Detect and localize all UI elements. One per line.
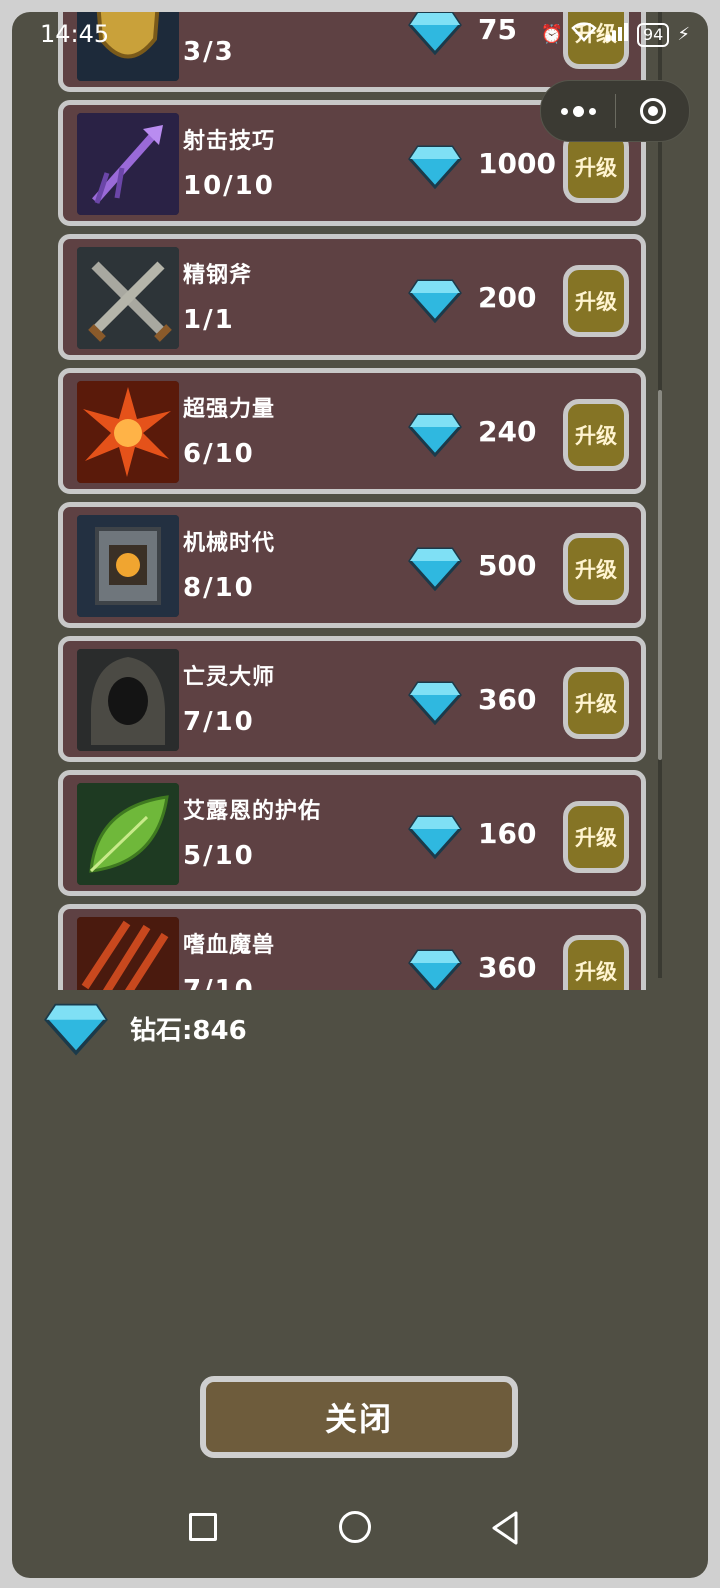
diamond-icon bbox=[44, 1003, 108, 1056]
skill-level: 5/10 bbox=[183, 841, 255, 871]
skill-name: 艾露恩的护佑 bbox=[183, 799, 322, 824]
upgrade-button[interactable]: 升级 bbox=[563, 533, 629, 605]
skill-list-viewport[interactable]: 3/3 75 升级 射击技巧 10/10 1000 升级 精钢斧 1/1 200… bbox=[12, 12, 708, 990]
skill-name: 嗜血魔兽 bbox=[183, 933, 276, 958]
alarm-icon: ⏰ bbox=[540, 24, 563, 45]
back-icon[interactable] bbox=[490, 1510, 520, 1546]
hooded-figure-icon bbox=[77, 649, 179, 751]
signal-icon bbox=[605, 22, 629, 47]
skill-name: 射击技巧 bbox=[183, 129, 276, 154]
skill-level: 7/10 bbox=[183, 707, 255, 737]
diamond-icon bbox=[408, 949, 462, 990]
skill-row: 精钢斧 1/1 200 升级 bbox=[58, 234, 646, 360]
skill-cost: 160 bbox=[478, 817, 537, 850]
skill-cost: 360 bbox=[478, 951, 537, 984]
upgrade-button[interactable]: 升级 bbox=[563, 667, 629, 739]
system-nav-bar bbox=[12, 1494, 708, 1564]
skill-icon bbox=[77, 381, 179, 483]
upgrade-button[interactable]: 升级 bbox=[563, 801, 629, 873]
target-circle-icon bbox=[639, 98, 666, 124]
close-button[interactable]: 关闭 bbox=[200, 1376, 518, 1458]
miniprogram-capsule bbox=[540, 80, 690, 142]
upgrade-button[interactable]: 升级 bbox=[563, 399, 629, 471]
diamond-icon bbox=[408, 279, 462, 323]
skill-icon bbox=[77, 247, 179, 349]
recent-apps-icon[interactable] bbox=[189, 1513, 217, 1541]
upgrade-button[interactable]: 升级 bbox=[563, 265, 629, 337]
skill-name: 精钢斧 bbox=[183, 263, 253, 288]
skill-level: 8/10 bbox=[183, 573, 255, 603]
diamond-icon bbox=[408, 413, 462, 457]
diamond-icon bbox=[408, 815, 462, 859]
skill-cost: 500 bbox=[478, 549, 537, 582]
diamond-count: 钻石:846 bbox=[130, 1016, 247, 1046]
machine-icon bbox=[77, 515, 179, 617]
skill-cost: 1000 bbox=[478, 147, 556, 180]
skill-name: 超强力量 bbox=[183, 397, 276, 422]
diamond-icon bbox=[408, 681, 462, 725]
skill-cost: 360 bbox=[478, 683, 537, 716]
status-icons: ⏰ 94 ⚡ bbox=[541, 22, 690, 47]
skill-row: 超强力量 6/10 240 升级 bbox=[58, 368, 646, 494]
arrow-icon bbox=[77, 113, 179, 215]
skill-icon bbox=[77, 917, 179, 990]
status-bar: 14:45 ⏰ 94 ⚡ bbox=[12, 12, 708, 58]
skill-row: 机械时代 8/10 500 升级 bbox=[58, 502, 646, 628]
more-dots-icon bbox=[560, 105, 596, 117]
skill-icon bbox=[77, 649, 179, 751]
skill-level: 6/10 bbox=[183, 439, 255, 469]
status-time: 14:45 bbox=[40, 20, 110, 48]
close-miniprogram-button[interactable] bbox=[616, 81, 689, 141]
charging-icon: ⚡ bbox=[677, 24, 690, 45]
scrollbar-thumb[interactable] bbox=[658, 390, 662, 760]
wifi-icon bbox=[571, 22, 597, 47]
skill-name: 亡灵大师 bbox=[183, 665, 276, 690]
skill-row: 艾露恩的护佑 5/10 160 升级 bbox=[58, 770, 646, 896]
skill-icon bbox=[77, 113, 179, 215]
upgrade-button[interactable]: 升级 bbox=[563, 935, 629, 990]
skill-icon bbox=[77, 783, 179, 885]
diamond-icon bbox=[408, 547, 462, 591]
skill-level: 7/10 bbox=[183, 975, 255, 990]
battery-icon: 94 bbox=[637, 22, 670, 47]
more-menu-button[interactable] bbox=[541, 81, 615, 141]
skill-row: 亡灵大师 7/10 360 升级 bbox=[58, 636, 646, 762]
skill-icon bbox=[77, 515, 179, 617]
skill-name: 机械时代 bbox=[183, 531, 276, 556]
home-icon[interactable] bbox=[339, 1511, 371, 1543]
crossed-swords-icon bbox=[77, 247, 179, 349]
skill-cost: 200 bbox=[478, 281, 537, 314]
leaf-icon bbox=[77, 783, 179, 885]
explosion-icon bbox=[77, 381, 179, 483]
skill-cost: 240 bbox=[478, 415, 537, 448]
skill-level: 1/1 bbox=[183, 305, 235, 335]
skill-level: 10/10 bbox=[183, 171, 275, 201]
skill-row: 嗜血魔兽 7/10 360 升级 bbox=[58, 904, 646, 990]
game-window: 14:45 ⏰ 94 ⚡ 3/3 75 升级 射击技巧 10/10 1000 升… bbox=[12, 12, 708, 1578]
diamond-icon bbox=[408, 145, 462, 189]
claw-marks-icon bbox=[77, 917, 179, 990]
